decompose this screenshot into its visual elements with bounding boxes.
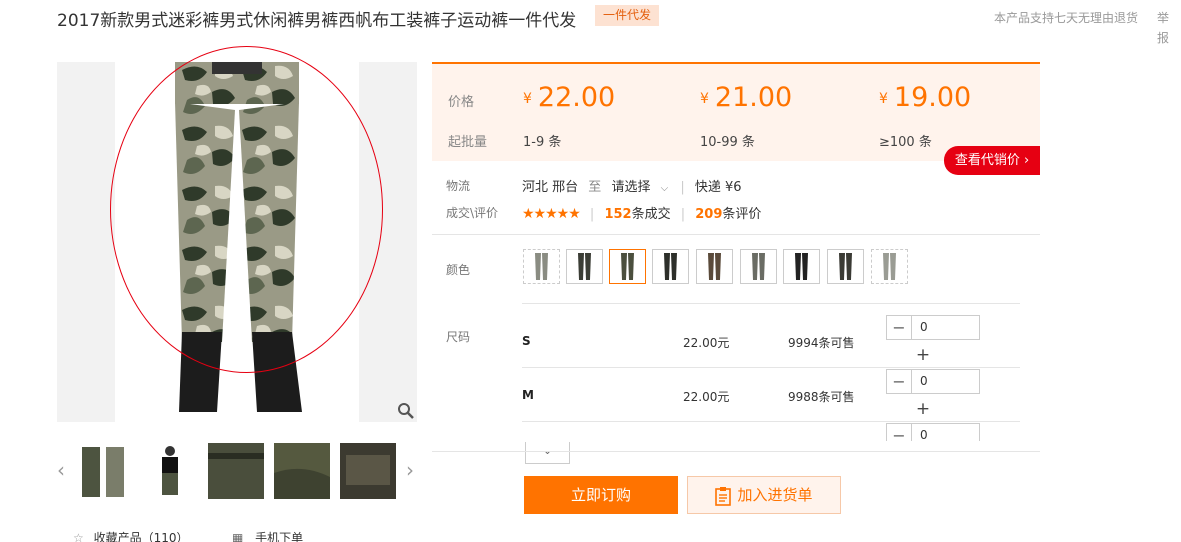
swatch-pants-image: [784, 250, 819, 283]
divider: [522, 367, 1020, 368]
divider: [522, 421, 1020, 422]
thumbnail-3[interactable]: [208, 443, 264, 499]
favorite-button[interactable]: ☆ 收藏产品（110）: [73, 529, 189, 542]
range-tier-2: 10-99 条: [700, 135, 755, 150]
thumb-next-arrow[interactable]: ›: [403, 457, 417, 483]
size-price-s: 22.00元: [683, 336, 730, 350]
size-stock-s: 9994条可售: [788, 336, 855, 350]
divider: [522, 303, 1020, 304]
qr-code-icon: ▦: [232, 531, 244, 542]
dropship-badge: 一件代发: [595, 5, 660, 26]
quantity-stepper-s: − 0: [886, 315, 980, 340]
report-link[interactable]: 举报: [1157, 8, 1171, 48]
mobile-order-label: 手机下单: [255, 531, 304, 542]
range-tier-1: 1-9 条: [523, 135, 562, 150]
add-to-cart-button[interactable]: 加入进货单: [687, 476, 841, 514]
quantity-input[interactable]: 0: [920, 424, 928, 441]
size-price-m: 22.00元: [683, 390, 730, 404]
color-swatch[interactable]: [652, 249, 689, 284]
increment-button[interactable]: +: [910, 396, 936, 422]
color-swatch[interactable]: [609, 249, 646, 284]
price-table: 价格 起批量 ¥22.00 ¥21.00 ¥19.00 1-9 条 10-99 …: [432, 62, 1040, 161]
swatch-pants-image: [653, 250, 688, 283]
zoom-icon[interactable]: [397, 402, 415, 420]
divider: [432, 234, 1040, 235]
decrement-button[interactable]: −: [887, 316, 912, 339]
agent-price-button[interactable]: 查看代销价 ›: [944, 146, 1040, 175]
thumbnail-2[interactable]: [142, 443, 198, 499]
thumbnail-image: [142, 443, 198, 499]
rating-stars-icon: ★★★★★: [522, 206, 581, 222]
swatch-pants-image: [524, 250, 559, 283]
thumbnail-image: [76, 443, 132, 499]
quantity-input[interactable]: 0: [920, 370, 928, 393]
decrement-button[interactable]: −: [887, 370, 912, 393]
return-policy-text: 本产品支持七天无理由退货: [994, 11, 1139, 25]
swatch-pants-image: [567, 250, 602, 283]
swatch-pants-image: [610, 250, 645, 283]
size-stock-m: 9988条可售: [788, 390, 855, 404]
thumbnail-1[interactable]: [76, 443, 132, 499]
review-count-link[interactable]: 209条评价: [695, 207, 761, 222]
size-row-clip: − 0: [886, 423, 980, 441]
color-label: 颜色: [446, 263, 471, 277]
color-swatch[interactable]: [783, 249, 820, 284]
quantity-stepper-m: − 0: [886, 369, 980, 394]
color-swatch[interactable]: [827, 249, 864, 284]
deals-row: ★★★★★ | 152条成交 | 209条评价: [522, 206, 762, 222]
logistics-row: 河北 邢台 至 请选择 ⌵ | 快递 ¥6: [522, 180, 742, 195]
origin-text: 河北 邢台: [522, 180, 579, 195]
range-tier-3: ≥100 条: [879, 135, 932, 150]
quantity-stepper-next: − 0: [886, 423, 980, 441]
color-swatch[interactable]: [871, 249, 908, 284]
swatch-pants-image: [741, 250, 776, 283]
buy-now-button[interactable]: 立即订购: [524, 476, 678, 514]
mobile-order-button[interactable]: ▦ 手机下单: [232, 529, 303, 542]
color-swatch[interactable]: [740, 249, 777, 284]
destination-select[interactable]: 请选择 ⌵: [611, 180, 676, 195]
size-label: 尺码: [446, 330, 471, 344]
shipping-fee: 快递 ¥6: [694, 180, 742, 195]
quantity-input[interactable]: 0: [920, 316, 928, 339]
deal-count-link[interactable]: 152条成交: [604, 207, 670, 222]
thumbnail-image: [274, 443, 330, 499]
color-swatch[interactable]: [696, 249, 733, 284]
quantity-label: 起批量: [448, 135, 488, 150]
color-swatch[interactable]: [523, 249, 560, 284]
deals-label: 成交\评价: [446, 206, 499, 220]
add-to-cart-label: 加入进货单: [737, 486, 813, 504]
thumbnail-image: [208, 443, 264, 499]
price-tier-1: ¥22.00: [523, 82, 616, 113]
swatch-pants-image: [697, 250, 732, 283]
to-text: 至: [588, 180, 602, 195]
thumbnail-image: [340, 443, 396, 499]
thumb-prev-arrow[interactable]: ‹: [54, 457, 68, 483]
divider: [432, 451, 1040, 452]
favorite-label: 收藏产品（110）: [93, 531, 189, 542]
highlight-circle: [110, 46, 383, 373]
clipboard-icon: [715, 486, 732, 506]
logistics-label: 物流: [446, 179, 471, 193]
size-name-m: M: [522, 388, 534, 402]
size-name-s: S: [522, 334, 531, 348]
product-title: 2017新款男式迷彩裤男式休闲裤男裤西帆布工装裤子运动裤一件代发: [57, 11, 577, 31]
decrement-button[interactable]: −: [887, 424, 912, 441]
swatch-pants-image: [828, 250, 863, 283]
chevron-down-icon: ⌵: [660, 183, 669, 194]
expand-sizes-button[interactable]: ⌄: [525, 442, 570, 464]
thumbnail-5[interactable]: [340, 443, 396, 499]
price-tier-3: ¥19.00: [879, 82, 972, 113]
swatch-pants-image: [872, 250, 907, 283]
star-outline-icon: ☆: [73, 531, 84, 542]
color-swatch[interactable]: [566, 249, 603, 284]
price-label: 价格: [448, 95, 475, 110]
increment-button[interactable]: +: [910, 342, 936, 368]
price-tier-2: ¥21.00: [700, 82, 793, 113]
thumbnail-4[interactable]: [274, 443, 330, 499]
